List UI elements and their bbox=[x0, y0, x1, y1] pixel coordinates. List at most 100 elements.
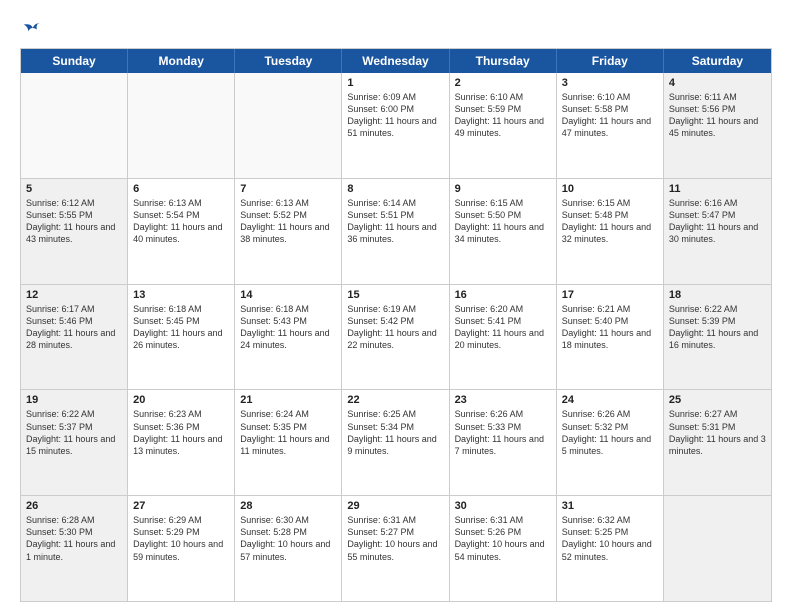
day-number: 28 bbox=[240, 500, 336, 512]
calendar-day-5: 5 Sunrise: 6:12 AM Sunset: 5:55 PM Daylig… bbox=[21, 179, 128, 284]
calendar-day-1: 1 Sunrise: 6:09 AM Sunset: 6:00 PM Daylig… bbox=[342, 73, 449, 178]
day-info: Sunrise: 6:14 AM Sunset: 5:51 PM Dayligh… bbox=[347, 197, 443, 246]
calendar-week-3: 12Sunrise: 6:17 AM Sunset: 5:46 PM Dayli… bbox=[21, 285, 771, 391]
day-info: Sunrise: 6:27 AM Sunset: 5:31 PM Dayligh… bbox=[669, 408, 766, 457]
day-number: 20 bbox=[133, 394, 229, 406]
calendar-day-14: 14 Sunrise: 6:18 AM Sunset: 5:43 PM Dayli… bbox=[235, 285, 342, 390]
day-number: 27 bbox=[133, 500, 229, 512]
day-info: Sunrise: 6:10 AM Sunset: 5:59 PM Dayligh… bbox=[455, 91, 551, 140]
weekday-header-thursday: Thursday bbox=[450, 49, 557, 73]
day-info: Sunrise: 6:26 AM Sunset: 5:33 PM Dayligh… bbox=[455, 408, 551, 457]
calendar-day-26: 26Sunrise: 6:28 AM Sunset: 5:30 PM Dayli… bbox=[21, 496, 128, 601]
day-number: 14 bbox=[240, 289, 336, 301]
calendar-day-12: 12Sunrise: 6:17 AM Sunset: 5:46 PM Dayli… bbox=[21, 285, 128, 390]
day-info: Sunrise: 6:28 AM Sunset: 5:30 PM Dayligh… bbox=[26, 514, 122, 563]
day-info: Sunrise: 6:22 AM Sunset: 5:39 PM Dayligh… bbox=[669, 303, 766, 352]
calendar-day-10: 10 Sunrise: 6:15 AM Sunset: 5:48 PM Dayli… bbox=[557, 179, 664, 284]
calendar-body: 1 Sunrise: 6:09 AM Sunset: 6:00 PM Daylig… bbox=[21, 73, 771, 601]
calendar-day-27: 27 Sunrise: 6:29 AM Sunset: 5:29 PM Dayli… bbox=[128, 496, 235, 601]
day-number: 9 bbox=[455, 183, 551, 195]
day-info: Sunrise: 6:20 AM Sunset: 5:41 PM Dayligh… bbox=[455, 303, 551, 352]
day-info: Sunrise: 6:22 AM Sunset: 5:37 PM Dayligh… bbox=[26, 408, 122, 457]
header bbox=[20, 18, 772, 38]
calendar-day-11: 11 Sunrise: 6:16 AM Sunset: 5:47 PM Dayli… bbox=[664, 179, 771, 284]
calendar-day-13: 13Sunrise: 6:18 AM Sunset: 5:45 PM Dayli… bbox=[128, 285, 235, 390]
day-number: 17 bbox=[562, 289, 658, 301]
calendar-day-17: 17 Sunrise: 6:21 AM Sunset: 5:40 PM Dayli… bbox=[557, 285, 664, 390]
day-info: Sunrise: 6:29 AM Sunset: 5:29 PM Dayligh… bbox=[133, 514, 229, 563]
logo-bird-icon bbox=[22, 18, 42, 38]
calendar-day-8: 8 Sunrise: 6:14 AM Sunset: 5:51 PM Daylig… bbox=[342, 179, 449, 284]
day-number: 10 bbox=[562, 183, 658, 195]
calendar-day-29: 29Sunrise: 6:31 AM Sunset: 5:27 PM Dayli… bbox=[342, 496, 449, 601]
calendar-empty-cell bbox=[128, 73, 235, 178]
calendar-day-25: 25 Sunrise: 6:27 AM Sunset: 5:31 PM Dayli… bbox=[664, 390, 771, 495]
day-info: Sunrise: 6:12 AM Sunset: 5:55 PM Dayligh… bbox=[26, 197, 122, 246]
calendar-empty-cell bbox=[664, 496, 771, 601]
day-number: 4 bbox=[669, 77, 766, 89]
logo bbox=[20, 18, 42, 38]
day-number: 31 bbox=[562, 500, 658, 512]
calendar-week-4: 19 Sunrise: 6:22 AM Sunset: 5:37 PM Dayli… bbox=[21, 390, 771, 496]
day-number: 15 bbox=[347, 289, 443, 301]
day-number: 11 bbox=[669, 183, 766, 195]
day-number: 13 bbox=[133, 289, 229, 301]
calendar-day-23: 23 Sunrise: 6:26 AM Sunset: 5:33 PM Dayli… bbox=[450, 390, 557, 495]
day-info: Sunrise: 6:19 AM Sunset: 5:42 PM Dayligh… bbox=[347, 303, 443, 352]
calendar-empty-cell bbox=[21, 73, 128, 178]
day-info: Sunrise: 6:09 AM Sunset: 6:00 PM Dayligh… bbox=[347, 91, 443, 140]
calendar-day-2: 2 Sunrise: 6:10 AM Sunset: 5:59 PM Daylig… bbox=[450, 73, 557, 178]
calendar-day-4: 4Sunrise: 6:11 AM Sunset: 5:56 PM Daylig… bbox=[664, 73, 771, 178]
weekday-header-monday: Monday bbox=[128, 49, 235, 73]
day-info: Sunrise: 6:26 AM Sunset: 5:32 PM Dayligh… bbox=[562, 408, 658, 457]
day-number: 23 bbox=[455, 394, 551, 406]
calendar-day-30: 30 Sunrise: 6:31 AM Sunset: 5:26 PM Dayli… bbox=[450, 496, 557, 601]
day-info: Sunrise: 6:13 AM Sunset: 5:54 PM Dayligh… bbox=[133, 197, 229, 246]
calendar-week-1: 1 Sunrise: 6:09 AM Sunset: 6:00 PM Daylig… bbox=[21, 73, 771, 179]
weekday-header-tuesday: Tuesday bbox=[235, 49, 342, 73]
day-number: 30 bbox=[455, 500, 551, 512]
day-info: Sunrise: 6:31 AM Sunset: 5:27 PM Dayligh… bbox=[347, 514, 443, 563]
day-number: 8 bbox=[347, 183, 443, 195]
calendar-day-31: 31Sunrise: 6:32 AM Sunset: 5:25 PM Dayli… bbox=[557, 496, 664, 601]
calendar: SundayMondayTuesdayWednesdayThursdayFrid… bbox=[20, 48, 772, 602]
day-info: Sunrise: 6:18 AM Sunset: 5:43 PM Dayligh… bbox=[240, 303, 336, 352]
calendar-day-15: 15 Sunrise: 6:19 AM Sunset: 5:42 PM Dayli… bbox=[342, 285, 449, 390]
calendar-day-21: 21 Sunrise: 6:24 AM Sunset: 5:35 PM Dayli… bbox=[235, 390, 342, 495]
calendar-week-5: 26Sunrise: 6:28 AM Sunset: 5:30 PM Dayli… bbox=[21, 496, 771, 601]
calendar-day-20: 20 Sunrise: 6:23 AM Sunset: 5:36 PM Dayli… bbox=[128, 390, 235, 495]
calendar-day-6: 6Sunrise: 6:13 AM Sunset: 5:54 PM Daylig… bbox=[128, 179, 235, 284]
calendar-empty-cell bbox=[235, 73, 342, 178]
day-number: 25 bbox=[669, 394, 766, 406]
day-info: Sunrise: 6:23 AM Sunset: 5:36 PM Dayligh… bbox=[133, 408, 229, 457]
weekday-header-sunday: Sunday bbox=[21, 49, 128, 73]
calendar-day-19: 19 Sunrise: 6:22 AM Sunset: 5:37 PM Dayli… bbox=[21, 390, 128, 495]
day-info: Sunrise: 6:31 AM Sunset: 5:26 PM Dayligh… bbox=[455, 514, 551, 563]
calendar-day-28: 28 Sunrise: 6:30 AM Sunset: 5:28 PM Dayli… bbox=[235, 496, 342, 601]
day-info: Sunrise: 6:15 AM Sunset: 5:48 PM Dayligh… bbox=[562, 197, 658, 246]
day-number: 18 bbox=[669, 289, 766, 301]
day-info: Sunrise: 6:16 AM Sunset: 5:47 PM Dayligh… bbox=[669, 197, 766, 246]
day-info: Sunrise: 6:13 AM Sunset: 5:52 PM Dayligh… bbox=[240, 197, 336, 246]
day-info: Sunrise: 6:10 AM Sunset: 5:58 PM Dayligh… bbox=[562, 91, 658, 140]
day-info: Sunrise: 6:17 AM Sunset: 5:46 PM Dayligh… bbox=[26, 303, 122, 352]
calendar-week-2: 5 Sunrise: 6:12 AM Sunset: 5:55 PM Daylig… bbox=[21, 179, 771, 285]
calendar-day-22: 22Sunrise: 6:25 AM Sunset: 5:34 PM Dayli… bbox=[342, 390, 449, 495]
day-number: 5 bbox=[26, 183, 122, 195]
day-number: 7 bbox=[240, 183, 336, 195]
calendar-day-9: 9 Sunrise: 6:15 AM Sunset: 5:50 PM Daylig… bbox=[450, 179, 557, 284]
day-number: 24 bbox=[562, 394, 658, 406]
day-number: 1 bbox=[347, 77, 443, 89]
day-number: 21 bbox=[240, 394, 336, 406]
day-info: Sunrise: 6:24 AM Sunset: 5:35 PM Dayligh… bbox=[240, 408, 336, 457]
day-info: Sunrise: 6:21 AM Sunset: 5:40 PM Dayligh… bbox=[562, 303, 658, 352]
day-number: 16 bbox=[455, 289, 551, 301]
day-number: 19 bbox=[26, 394, 122, 406]
day-info: Sunrise: 6:30 AM Sunset: 5:28 PM Dayligh… bbox=[240, 514, 336, 563]
day-number: 3 bbox=[562, 77, 658, 89]
day-info: Sunrise: 6:15 AM Sunset: 5:50 PM Dayligh… bbox=[455, 197, 551, 246]
day-info: Sunrise: 6:25 AM Sunset: 5:34 PM Dayligh… bbox=[347, 408, 443, 457]
calendar-header: SundayMondayTuesdayWednesdayThursdayFrid… bbox=[21, 49, 771, 73]
day-number: 2 bbox=[455, 77, 551, 89]
calendar-day-7: 7 Sunrise: 6:13 AM Sunset: 5:52 PM Daylig… bbox=[235, 179, 342, 284]
